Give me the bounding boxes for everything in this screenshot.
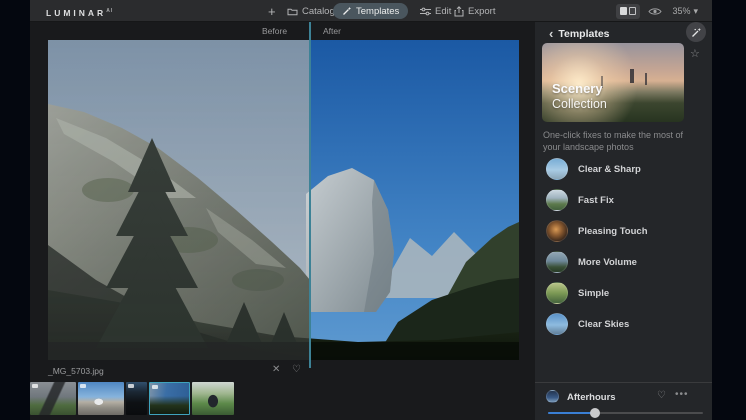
magic-wand-icon [342, 6, 352, 16]
editor-canvas: Before After [30, 22, 535, 420]
edited-badge-icon [128, 384, 134, 388]
tab-templates[interactable]: Templates [333, 3, 408, 19]
templates-label: Templates [356, 6, 399, 17]
edited-badge-icon [80, 384, 86, 388]
amount-slider-thumb[interactable] [590, 408, 600, 418]
template-label: Simple [578, 288, 609, 299]
template-thumb-icon [546, 251, 568, 273]
template-item-pleasing-touch[interactable]: Pleasing Touch [546, 220, 696, 242]
favorite-heart-icon[interactable]: ♡ [292, 364, 301, 375]
magic-wand-icon [691, 27, 702, 38]
template-label: Fast Fix [578, 195, 614, 206]
app-logo: LUMINARAI [46, 0, 113, 22]
sidebar-header-label: Templates [558, 28, 609, 40]
filmstrip-thumb-storm-field[interactable] [30, 382, 76, 415]
template-item-fast-fix[interactable]: Fast Fix [546, 189, 696, 211]
plus-icon: + [268, 4, 276, 19]
edited-badge-icon [152, 385, 158, 389]
eye-icon [648, 7, 662, 16]
active-template-name: Afterhours [567, 392, 616, 403]
template-label: Clear & Sharp [578, 164, 641, 175]
export-icon [454, 6, 464, 17]
active-template-bar: Afterhours ♡ ••• [535, 382, 712, 420]
star-icon: ☆ [690, 48, 700, 60]
zoom-level-dropdown[interactable]: 35% ▾ [672, 6, 698, 17]
edit-label: Edit [435, 6, 451, 17]
after-label: After [323, 26, 341, 36]
compare-before-pane-icon [620, 7, 627, 15]
close-icon[interactable]: ✕ [272, 364, 280, 375]
before-label: Before [262, 26, 287, 36]
tab-export[interactable]: Export [454, 0, 495, 22]
export-label: Export [468, 6, 495, 17]
scenery-collection-card[interactable]: Scenery Collection [542, 43, 684, 122]
template-item-more-volume[interactable]: More Volume [546, 251, 696, 273]
app-window: LUMINARAI + Catalog Templates Edit Expor… [30, 0, 712, 420]
chevron-left-icon: ‹ [549, 29, 553, 39]
template-thumb-icon [546, 220, 568, 242]
template-label: Clear Skies [578, 319, 629, 330]
before-after-divider-handle[interactable] [309, 22, 311, 368]
top-toolbar: LUMINARAI + Catalog Templates Edit Expor… [30, 0, 712, 22]
filmstrip [30, 381, 234, 416]
filmstrip-thumb-van-on-road[interactable] [78, 382, 124, 415]
template-item-clear-sharp[interactable]: Clear & Sharp [546, 158, 696, 180]
file-info-row: _MG_5703.jpg ✕ ♡ [30, 362, 535, 380]
template-item-simple[interactable]: Simple [546, 282, 696, 304]
templates-sidebar: ‹ Templates ☆ Scenery Collection One-cli… [535, 22, 712, 420]
template-list: Clear & Sharp Fast Fix Pleasing Touch Mo… [546, 158, 696, 344]
collection-description: One-click fixes to make the most of your… [543, 129, 685, 153]
template-item-clear-skies[interactable]: Clear Skies [546, 313, 696, 335]
template-thumb-icon [546, 282, 568, 304]
active-template-thumb-icon [546, 390, 559, 403]
tab-catalog[interactable]: Catalog [287, 0, 335, 22]
photo-yosemite-valley [48, 40, 519, 360]
template-label: More Volume [578, 257, 637, 268]
template-label: Pleasing Touch [578, 226, 648, 237]
compare-labels-strip: Before After [30, 22, 535, 40]
template-thumb-icon [546, 189, 568, 211]
tab-edit[interactable]: Edit [420, 0, 451, 22]
template-thumb-icon [546, 158, 568, 180]
toolbar-right-group: 35% ▾ [616, 0, 712, 22]
compare-after-pane-icon [629, 7, 636, 15]
screenshot-root: LUMINARAI + Catalog Templates Edit Expor… [0, 0, 746, 420]
compare-toggle-button[interactable] [616, 4, 640, 19]
caret-down-icon: ▾ [693, 6, 698, 17]
filmstrip-thumb-hiker-selfie[interactable] [192, 382, 234, 415]
sliders-icon [420, 7, 431, 16]
template-thumb-icon [546, 313, 568, 335]
preview-eye-button[interactable] [648, 7, 662, 16]
collection-title: Scenery [552, 81, 603, 96]
sidebar-back-header[interactable]: ‹ Templates [549, 28, 610, 40]
zoom-value: 35% [672, 6, 690, 16]
folder-icon [287, 7, 298, 16]
catalog-label: Catalog [302, 6, 335, 17]
filename-label: _MG_5703.jpg [48, 366, 104, 376]
more-options-icon[interactable]: ••• [675, 389, 689, 400]
add-button[interactable]: + [268, 0, 276, 22]
skyline-silhouette [630, 69, 634, 83]
collection-subtitle: Collection [552, 97, 607, 111]
favorite-heart-icon[interactable]: ♡ [657, 390, 666, 401]
templates-rail-button[interactable] [686, 22, 706, 42]
filmstrip-thumb-yosemite-valley-selected[interactable] [149, 382, 190, 415]
edited-badge-icon [32, 384, 38, 388]
photo-illustration [48, 40, 519, 360]
favorites-rail-button[interactable]: ☆ [690, 47, 700, 60]
amount-slider[interactable] [548, 408, 703, 418]
filmstrip-thumb-motorbike-dark[interactable] [126, 382, 147, 415]
amount-slider-fill [548, 412, 595, 414]
